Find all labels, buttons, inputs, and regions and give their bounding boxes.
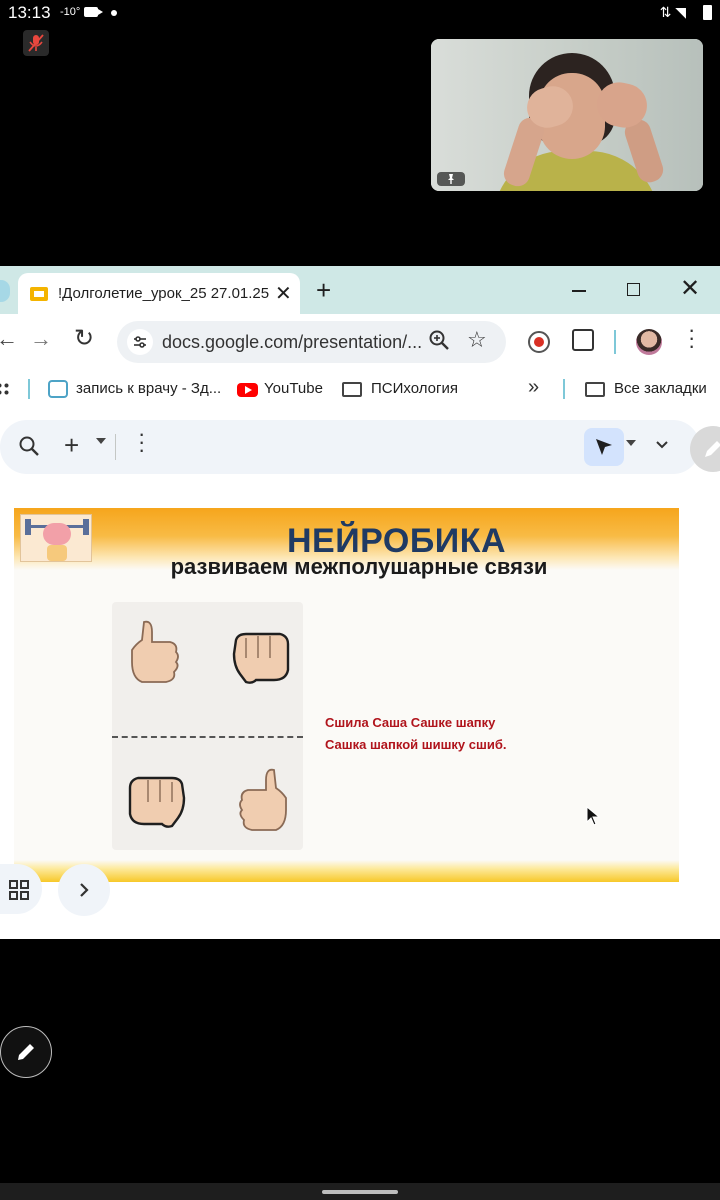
annotate-button[interactable] bbox=[0, 1026, 52, 1078]
apps-icon[interactable] bbox=[0, 382, 10, 396]
folder-icon bbox=[342, 382, 362, 397]
bookmarks-divider bbox=[28, 379, 30, 399]
tab-strip: !Долголетие_урок_25 27.01.25 ✕ + ✕ bbox=[0, 266, 720, 314]
star-icon[interactable]: ☆ bbox=[467, 327, 487, 353]
toolbar-divider bbox=[614, 330, 616, 354]
bookmark-psychology[interactable]: ПСИхология bbox=[371, 380, 458, 397]
youtube-icon bbox=[237, 383, 258, 397]
folder-icon bbox=[585, 382, 605, 397]
fist-icon bbox=[232, 632, 290, 684]
battery-icon bbox=[703, 5, 712, 20]
url-text: docs.google.com/presentation/... bbox=[162, 332, 423, 352]
bookmarks-bar: запись к врачу - Зд... YouTube ПСИхологи… bbox=[0, 370, 720, 408]
wifi-icon: ⇅ ◥ bbox=[659, 4, 686, 20]
tab-group-chip[interactable] bbox=[0, 280, 10, 302]
tongue-twister-line: Сашка шапкой шишку сшиб. bbox=[325, 737, 507, 752]
hands-illustration bbox=[112, 602, 303, 850]
bookmarks-more-button[interactable]: » bbox=[528, 376, 539, 399]
profile-avatar[interactable] bbox=[636, 329, 662, 355]
status-bar: 13:13 -10° ⇅ ◥ bbox=[0, 0, 720, 26]
close-icon[interactable]: ✕ bbox=[275, 281, 292, 306]
zoom-icon[interactable] bbox=[428, 329, 450, 356]
reload-icon[interactable]: ↻ bbox=[74, 324, 94, 353]
tab-presentation[interactable]: !Долголетие_урок_25 27.01.25 ✕ bbox=[18, 273, 300, 314]
bookmarks-divider bbox=[563, 379, 565, 399]
slides-viewer: + · · · НЕЙРОБИКА развиваем межполушарны… bbox=[0, 408, 720, 939]
all-bookmarks[interactable]: Все закладки bbox=[614, 380, 707, 397]
browser-toolbar: ← → ↻ docs.google.com/presentation/... ☆… bbox=[0, 314, 720, 370]
pin-icon[interactable] bbox=[437, 172, 465, 186]
tongue-twister: Сшила Саша Сашке шапку Сашка шапкой шишк… bbox=[325, 712, 506, 756]
bookmark-youtube[interactable]: YouTube bbox=[264, 380, 323, 397]
back-icon[interactable]: ← bbox=[0, 326, 18, 352]
tab-title: !Долголетие_урок_25 27.01.25 bbox=[58, 285, 270, 302]
minimize-icon[interactable] bbox=[572, 290, 586, 292]
grid-icon bbox=[9, 880, 29, 900]
record-icon[interactable] bbox=[528, 331, 550, 353]
shared-screen-browser: !Долголетие_урок_25 27.01.25 ✕ + ✕ ← → ↻… bbox=[0, 266, 720, 939]
chevron-right-icon bbox=[80, 883, 89, 897]
forward-icon[interactable]: → bbox=[30, 326, 52, 352]
more-icon[interactable]: · · · bbox=[138, 423, 145, 461]
participant-video[interactable] bbox=[431, 39, 703, 191]
notification-dot bbox=[111, 10, 117, 16]
address-bar[interactable]: docs.google.com/presentation/... ☆ bbox=[117, 321, 506, 363]
plus-icon[interactable]: + bbox=[64, 430, 79, 461]
site-settings-icon[interactable] bbox=[127, 329, 153, 355]
toolbar-divider bbox=[115, 434, 116, 460]
mouse-cursor-icon bbox=[586, 806, 601, 826]
menu-icon[interactable]: · · · bbox=[688, 319, 695, 357]
health-icon bbox=[48, 380, 68, 398]
thumbs-up-icon bbox=[239, 768, 287, 831]
bookmark-doctor[interactable]: запись к врачу - Зд... bbox=[76, 380, 221, 397]
hands-divider bbox=[112, 736, 303, 738]
slide-subtitle: развиваем межполушарные связи bbox=[170, 554, 548, 579]
slide-canvas: НЕЙРОБИКА развиваем межполушарные связи bbox=[14, 508, 679, 882]
camera-icon bbox=[84, 7, 103, 17]
extensions-icon[interactable] bbox=[572, 329, 594, 351]
caret-down-icon[interactable] bbox=[626, 440, 636, 446]
mic-muted-icon[interactable] bbox=[23, 30, 49, 56]
close-window-icon[interactable]: ✕ bbox=[680, 274, 700, 303]
tongue-twister-line: Сшила Саша Сашке шапку bbox=[325, 715, 496, 730]
pointer-icon[interactable] bbox=[584, 428, 624, 466]
thumbs-up-icon bbox=[131, 620, 179, 683]
edit-icon bbox=[18, 1044, 34, 1060]
next-slide-button[interactable] bbox=[58, 864, 110, 916]
slides-toolbar: + · · · bbox=[0, 420, 700, 474]
search-icon[interactable] bbox=[18, 435, 40, 462]
clock: 13:13 bbox=[8, 3, 51, 22]
slide-footer-band bbox=[14, 860, 679, 882]
chevron-down-icon[interactable] bbox=[654, 436, 670, 457]
home-gesture-handle[interactable] bbox=[322, 1190, 398, 1194]
slides-favicon-icon bbox=[30, 287, 48, 301]
plus-icon[interactable]: + bbox=[316, 275, 331, 306]
fist-icon bbox=[128, 776, 186, 828]
maximize-icon[interactable] bbox=[627, 283, 640, 296]
caret-down-icon[interactable] bbox=[96, 438, 106, 444]
temperature: -10° bbox=[60, 6, 81, 18]
